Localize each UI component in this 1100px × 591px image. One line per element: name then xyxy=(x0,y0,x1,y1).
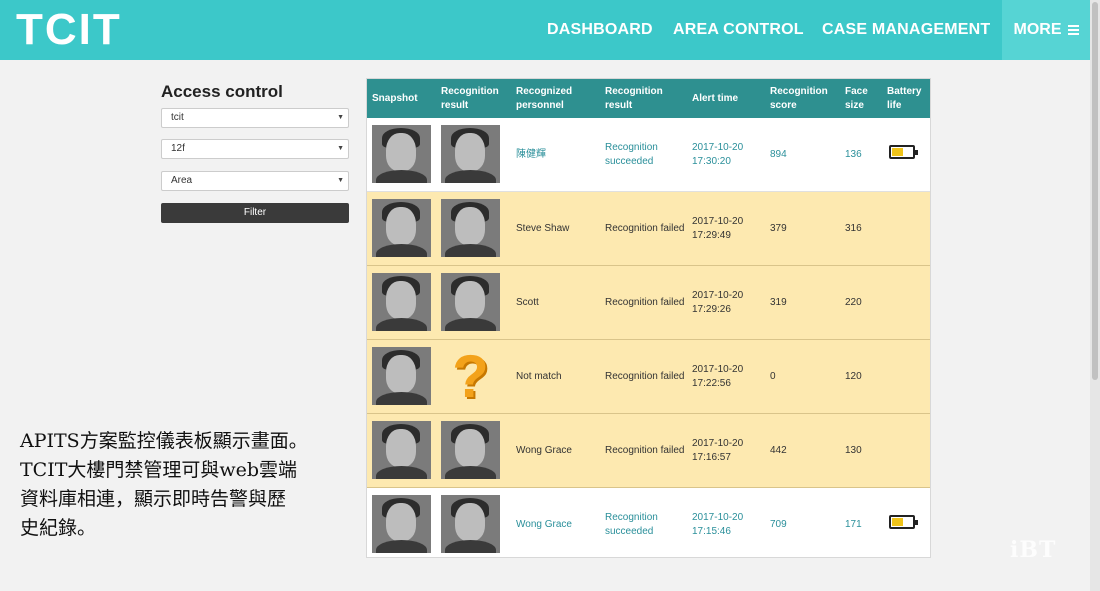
building-select-value: tcit xyxy=(171,112,184,123)
face-size: 130 xyxy=(845,445,862,456)
face-size: 220 xyxy=(845,297,862,308)
alert-clock: 17:29:49 xyxy=(692,230,731,241)
building-select[interactable]: tcit ▼ xyxy=(161,108,349,128)
nav-case-management[interactable]: CASE MANAGEMENT xyxy=(822,0,990,60)
col-face-size: Face size xyxy=(845,85,868,111)
recognized-personnel: Wong Grace xyxy=(516,445,572,456)
caption-line: 資料庫相連，顯示即時告警與歷 xyxy=(20,488,287,510)
table-row[interactable]: ? Not match Recognition failed 2017-10-20 17… xyxy=(367,340,930,414)
filter-button[interactable]: Filter xyxy=(161,203,349,223)
table-row[interactable]: Steve Shaw Recognition failed 2017-10-20 17… xyxy=(367,192,930,266)
floor-select[interactable]: 12f ▼ xyxy=(161,139,349,159)
recognition-result-text: Recognition failed xyxy=(605,445,685,456)
caption-line: APITS方案監控儀表板顯示畫面。 xyxy=(20,430,308,452)
table-row[interactable]: 陳健輝 Recognition succeeded 2017-10-20 17:30:… xyxy=(367,118,930,192)
snapshot-image[interactable] xyxy=(372,421,431,479)
area-select[interactable]: Area ▼ xyxy=(161,171,349,191)
table-row[interactable]: Scott Recognition failed 2017-10-20 17:29:2… xyxy=(367,266,930,340)
alert-date: 2017-10-20 xyxy=(692,364,744,375)
recognized-personnel: Not match xyxy=(516,371,562,382)
recognition-result-text: Recognition succeeded xyxy=(605,142,658,167)
alert-time: 2017-10-20 17:16:57 xyxy=(692,414,766,488)
table-header: Snapshot Recognition result Recognized p… xyxy=(367,79,930,118)
recognition-score: 894 xyxy=(770,149,787,160)
caption-line: TCIT大樓門禁管理可與web雲端 xyxy=(20,459,298,481)
more-menu-button[interactable]: MORE xyxy=(1002,0,1090,60)
scrollbar-thumb[interactable] xyxy=(1092,2,1098,380)
chevron-down-icon: ▼ xyxy=(337,114,344,121)
battery-icon xyxy=(889,145,918,159)
recognition-result-text: Recognition failed xyxy=(605,223,685,234)
col-recognition-score: Recognition score xyxy=(770,85,828,111)
alert-clock: 17:16:57 xyxy=(692,452,731,463)
alert-date: 2017-10-20 xyxy=(692,142,744,153)
recognized-personnel: 陳健輝 xyxy=(516,149,546,160)
alert-time: 2017-10-20 17:22:56 xyxy=(692,340,766,414)
col-snapshot: Snapshot xyxy=(372,92,418,104)
recognition-result-text: Recognition succeeded xyxy=(605,512,658,537)
alert-clock: 17:30:20 xyxy=(692,156,731,167)
battery-icon xyxy=(889,515,918,529)
recognition-result-text: Recognition failed xyxy=(605,371,685,382)
col-battery-life: Battery life xyxy=(887,85,922,111)
area-select-value: Area xyxy=(171,175,193,186)
caption-line: 史紀錄。 xyxy=(20,517,97,539)
recognition-result-text: Recognition failed xyxy=(605,297,685,308)
chevron-down-icon: ▼ xyxy=(337,177,344,184)
table-row[interactable]: Wong Grace Recognition succeeded 2017-10-2… xyxy=(367,488,930,557)
recognition-score: 709 xyxy=(770,519,787,530)
alert-date: 2017-10-20 xyxy=(692,216,744,227)
face-size: 136 xyxy=(845,149,862,160)
recognition-score: 319 xyxy=(770,297,787,308)
recognition-score: 0 xyxy=(770,371,776,382)
article-caption: APITS方案監控儀表板顯示畫面。 TCIT大樓門禁管理可與web雲端 資料庫相… xyxy=(20,427,360,543)
tcit-logo[interactable]: TCIT xyxy=(16,8,122,52)
alert-time: 2017-10-20 17:29:49 xyxy=(692,192,766,266)
chevron-down-icon: ▼ xyxy=(337,145,344,152)
nav-area-control[interactable]: AREA CONTROL xyxy=(673,0,804,60)
snapshot-image[interactable] xyxy=(372,199,431,257)
col-recognized-personnel: Recognized personnel xyxy=(516,85,573,111)
alert-date: 2017-10-20 xyxy=(692,438,744,449)
snapshot-image[interactable] xyxy=(372,347,431,405)
snapshot-image[interactable] xyxy=(372,495,431,553)
col-recognition-result: Recognition result xyxy=(605,85,663,111)
recognition-result-image[interactable] xyxy=(441,125,500,183)
recognized-personnel: Steve Shaw xyxy=(516,223,570,234)
alert-clock: 17:22:56 xyxy=(692,378,731,389)
table-row[interactable]: Wong Grace Recognition failed 2017-10-20 17… xyxy=(367,414,930,488)
top-navigation-bar: TCIT DASHBOARD AREA CONTROL CASE MANAGEM… xyxy=(0,0,1100,60)
hamburger-icon xyxy=(1067,23,1079,37)
question-mark-icon: ? xyxy=(452,342,489,410)
panel-title: Access control xyxy=(161,82,283,101)
recognition-table: Snapshot Recognition result Recognized p… xyxy=(366,78,931,558)
alert-time: 2017-10-20 17:15:46 xyxy=(692,488,766,557)
recognition-result-image[interactable] xyxy=(441,199,500,257)
snapshot-image[interactable] xyxy=(372,125,431,183)
recognition-score: 442 xyxy=(770,445,787,456)
alert-time: 2017-10-20 17:29:26 xyxy=(692,266,766,340)
face-size: 171 xyxy=(845,519,862,530)
alert-time: 2017-10-20 17:30:20 xyxy=(692,118,766,192)
col-alert-time: Alert time xyxy=(692,92,739,104)
alert-clock: 17:29:26 xyxy=(692,304,731,315)
nav-dashboard[interactable]: DASHBOARD xyxy=(547,0,653,60)
snapshot-image[interactable] xyxy=(372,273,431,331)
recognized-personnel: Wong Grace xyxy=(516,519,572,530)
more-label: MORE xyxy=(1013,21,1062,38)
ibt-watermark-logo: iBT xyxy=(1010,537,1057,563)
floor-select-value: 12f xyxy=(171,143,185,154)
access-control-panel: Access control tcit ▼ 12f ▼ Area ▼ Filte… xyxy=(161,82,349,223)
alert-clock: 17:15:46 xyxy=(692,526,731,537)
face-size: 316 xyxy=(845,223,862,234)
recognition-score: 379 xyxy=(770,223,787,234)
recognition-result-image[interactable] xyxy=(441,273,500,331)
alert-date: 2017-10-20 xyxy=(692,512,744,523)
face-size: 120 xyxy=(845,371,862,382)
alert-date: 2017-10-20 xyxy=(692,290,744,301)
col-recognition-result-photo: Recognition result xyxy=(441,85,499,111)
recognition-result-image[interactable] xyxy=(441,421,500,479)
recognized-personnel: Scott xyxy=(516,297,539,308)
recognition-result-image[interactable] xyxy=(441,495,500,553)
